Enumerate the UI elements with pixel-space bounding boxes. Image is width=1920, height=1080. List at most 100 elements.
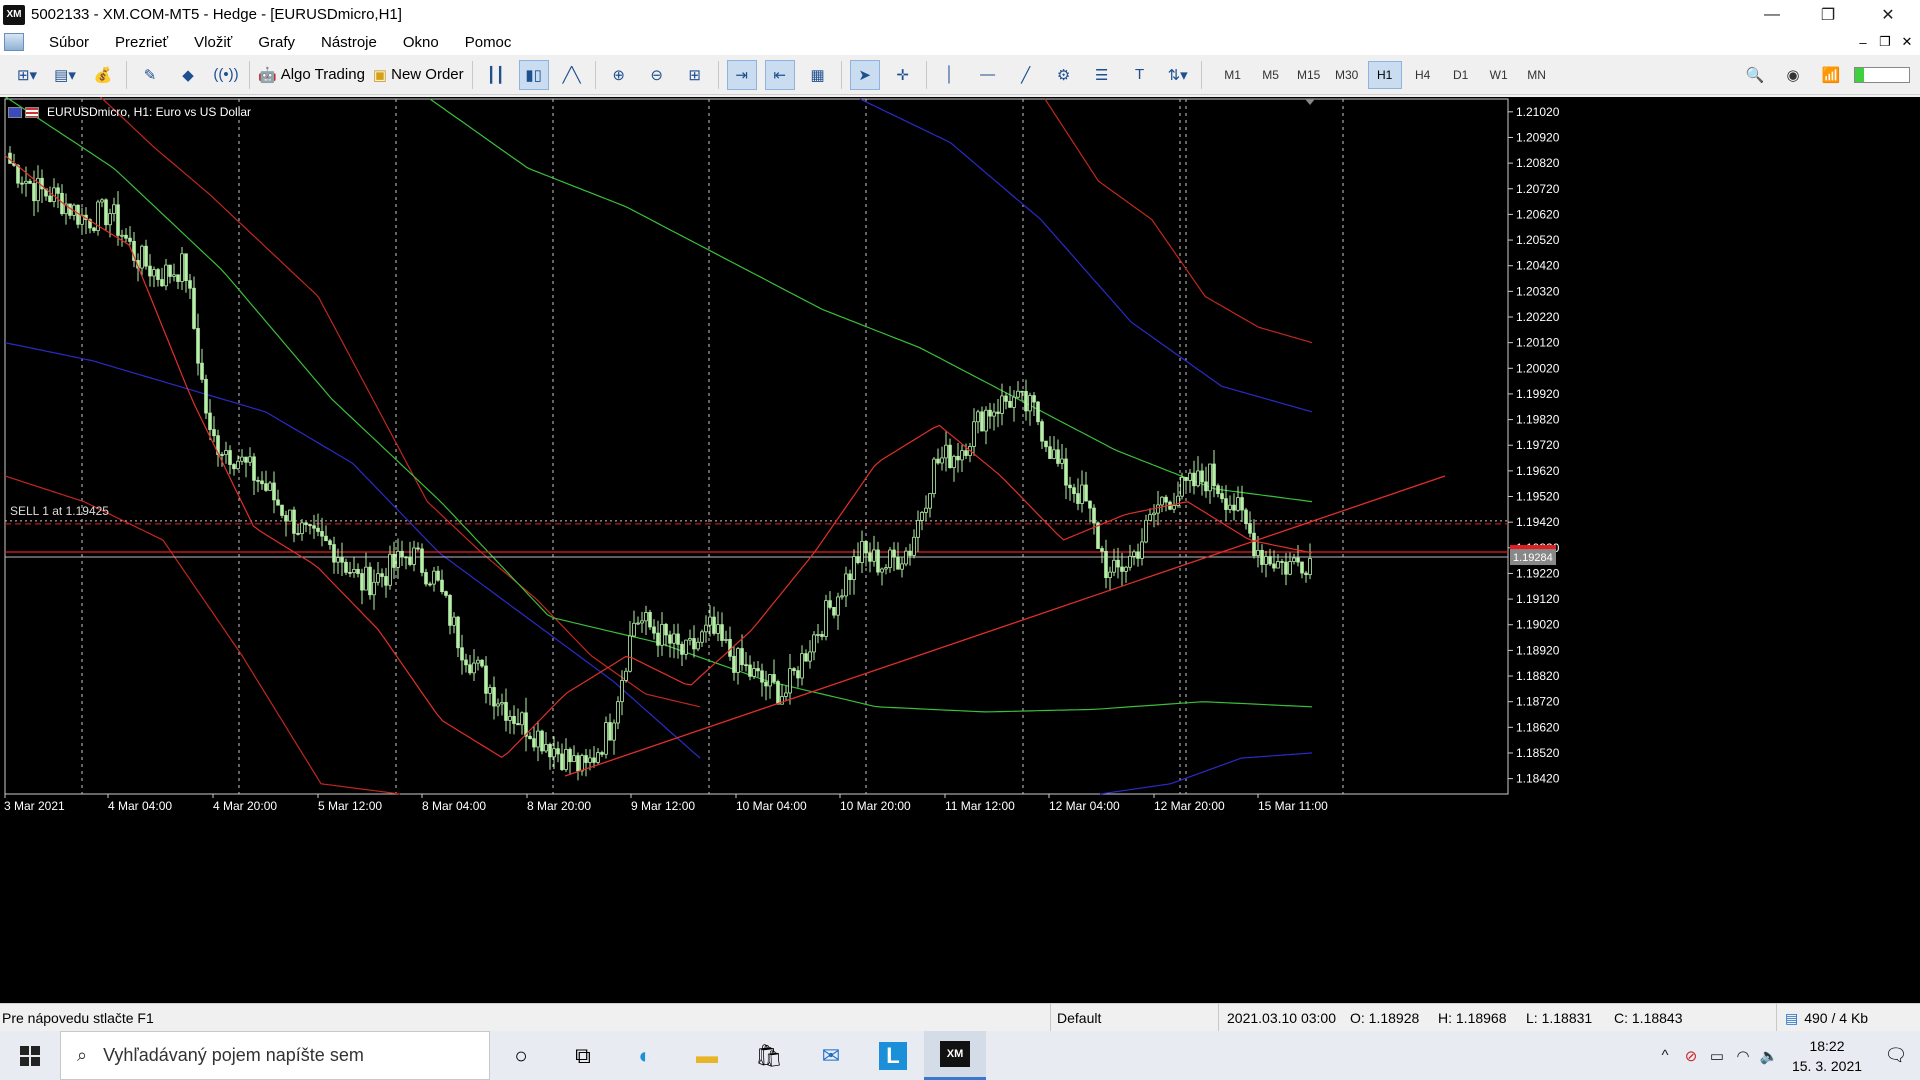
cortana-icon[interactable]: ○ — [490, 1031, 552, 1080]
traffic-indicator[interactable]: ▤ 490 / 4 Kb — [1776, 1004, 1920, 1032]
file-explorer-icon[interactable]: ▬ — [676, 1031, 738, 1080]
chart-minimize-button[interactable]: – — [1852, 29, 1874, 55]
l-app-icon[interactable]: L — [862, 1031, 924, 1080]
start-button[interactable] — [0, 1031, 60, 1080]
notifications-icon[interactable]: 🗨 — [1872, 1045, 1920, 1066]
templates-icon[interactable]: ▦ — [803, 60, 833, 90]
chevron-up-icon[interactable]: ^ — [1652, 1047, 1678, 1064]
y-tick-label: 1.20920 — [1516, 130, 1560, 144]
candle — [1292, 557, 1296, 562]
volume-icon[interactable]: 🔈 — [1756, 1047, 1782, 1065]
price-chart[interactable]: 1.21020 1.20920 1.20820 1.20720 1.20620 1.205… — [0, 97, 1920, 1003]
bar-chart-icon[interactable]: ┃┃ — [481, 60, 511, 90]
chart-close-button[interactable]: ✕ — [1896, 29, 1918, 55]
vertical-line-icon[interactable]: │ — [935, 60, 965, 90]
tile-windows-icon[interactable]: ⊞ — [680, 60, 710, 90]
fibonacci-icon[interactable]: ⚙ — [1049, 60, 1079, 90]
arrows-icon[interactable]: ⇅▾ — [1163, 60, 1193, 90]
timeframe-mn[interactable]: MN — [1520, 61, 1554, 89]
candle — [1028, 395, 1032, 412]
close-button[interactable]: ✕ — [1860, 0, 1916, 29]
timeframe-m30[interactable]: M30 — [1330, 61, 1364, 89]
edge-browser-icon[interactable]: ◐ — [614, 1031, 676, 1080]
candle — [1128, 555, 1132, 568]
restore-button[interactable]: ❐ — [1800, 0, 1856, 29]
wifi-icon[interactable]: ◠ — [1730, 1047, 1756, 1065]
chart-canvas[interactable]: 1.21020 1.20920 1.20820 1.20720 1.20620 1.205… — [0, 97, 1920, 1003]
timeframe-h4[interactable]: H4 — [1406, 61, 1440, 89]
timeframe-m15[interactable]: M15 — [1292, 61, 1326, 89]
profiles-icon[interactable]: ▤▾ — [50, 60, 80, 90]
trendline-icon[interactable]: ╱ — [1011, 60, 1041, 90]
candle — [604, 722, 608, 755]
menu-insert[interactable]: Vložiť — [181, 34, 245, 51]
menu-help[interactable]: Pomoc — [452, 34, 525, 51]
task-view-icon[interactable]: ⧉ — [552, 1031, 614, 1080]
mail-icon[interactable]: ✉ — [800, 1031, 862, 1080]
menu-charts[interactable]: Grafy — [245, 34, 308, 51]
horizontal-line-icon[interactable]: — — [973, 60, 1003, 90]
menu-window[interactable]: Okno — [390, 34, 452, 51]
clock[interactable]: 18:22 15. 3. 2021 — [1782, 1036, 1872, 1076]
timeframe-m5[interactable]: M5 — [1254, 61, 1288, 89]
chart-restore-button[interactable]: ❐ — [1874, 29, 1896, 55]
timeframe-d1[interactable]: D1 — [1444, 61, 1478, 89]
zoom-in-icon[interactable]: ⊕ — [604, 60, 634, 90]
candle — [976, 411, 980, 423]
candle — [804, 653, 808, 662]
store-icon[interactable]: 🛍 — [738, 1031, 800, 1080]
battery-icon[interactable]: ▭ — [1704, 1047, 1730, 1065]
search-icon[interactable]: 🔍 — [1740, 60, 1770, 90]
crosshair-icon[interactable]: ✛ — [888, 60, 918, 90]
line-chart-icon[interactable]: ╱╲ — [557, 60, 587, 90]
candle — [852, 556, 856, 581]
connection-icon[interactable]: 📶 — [1816, 60, 1846, 90]
slow-ma-line — [4, 97, 1313, 713]
minimize-button[interactable]: — — [1744, 0, 1800, 29]
strategy-tester-icon[interactable]: ✎ — [135, 60, 165, 90]
candle — [316, 527, 320, 532]
cursor-icon[interactable]: ➤ — [849, 59, 880, 90]
timeframe-w1[interactable]: W1 — [1482, 61, 1516, 89]
taskbar-search-box[interactable]: ⌕ Vyhľadávaný pojem napíšte sem — [60, 1031, 490, 1080]
y-tick-label: 1.18820 — [1516, 669, 1560, 683]
account-icon[interactable]: ◉ — [1778, 60, 1808, 90]
green-upper-line — [429, 98, 1313, 503]
candle — [704, 624, 708, 633]
timeframe-h1[interactable]: H1 — [1367, 60, 1402, 89]
menu-tools[interactable]: Nástroje — [308, 34, 390, 51]
candlestick-icon[interactable]: ▮▯ — [518, 59, 549, 90]
metaeditor-icon[interactable]: ◆ — [173, 60, 203, 90]
candle — [544, 744, 548, 752]
timeframe-m1[interactable]: M1 — [1216, 61, 1250, 89]
candle — [296, 532, 300, 535]
xm-taskbar-icon[interactable]: XM — [924, 1031, 986, 1080]
autoscroll-icon[interactable]: ⇥ — [726, 59, 757, 90]
candle — [408, 556, 412, 565]
candle — [1024, 391, 1028, 412]
candle — [244, 456, 248, 463]
y-tick-label: 1.20620 — [1516, 207, 1560, 221]
signals-icon[interactable]: ((•)) — [211, 60, 241, 90]
candle — [1068, 484, 1072, 489]
candle — [848, 573, 852, 581]
candle — [1076, 493, 1080, 504]
candle — [696, 641, 700, 650]
new-chart-icon[interactable]: ⊞▾ — [12, 60, 42, 90]
candle — [1060, 458, 1064, 464]
candle — [1252, 532, 1256, 557]
order-line-label: SELL 1 at 1.19425 — [10, 504, 109, 518]
market-watch-icon[interactable]: 💰 — [88, 60, 118, 90]
security-icon[interactable]: ⊘ — [1678, 1047, 1704, 1065]
new-order-button[interactable]: ▣ New Order — [373, 60, 464, 90]
algo-trading-button[interactable]: 🤖 Algo Trading — [258, 60, 365, 90]
chart-window-icon[interactable] — [4, 33, 24, 51]
y-tick-label: 1.20720 — [1516, 182, 1560, 196]
zoom-out-icon[interactable]: ⊖ — [642, 60, 672, 90]
menu-view[interactable]: Prezrieť — [102, 34, 181, 51]
menu-file[interactable]: Súbor — [36, 34, 102, 51]
chart-shift-icon[interactable]: ⇤ — [764, 59, 795, 90]
channel-icon[interactable]: ☰ — [1087, 60, 1117, 90]
text-icon[interactable]: T — [1125, 60, 1155, 90]
candle — [528, 735, 532, 740]
